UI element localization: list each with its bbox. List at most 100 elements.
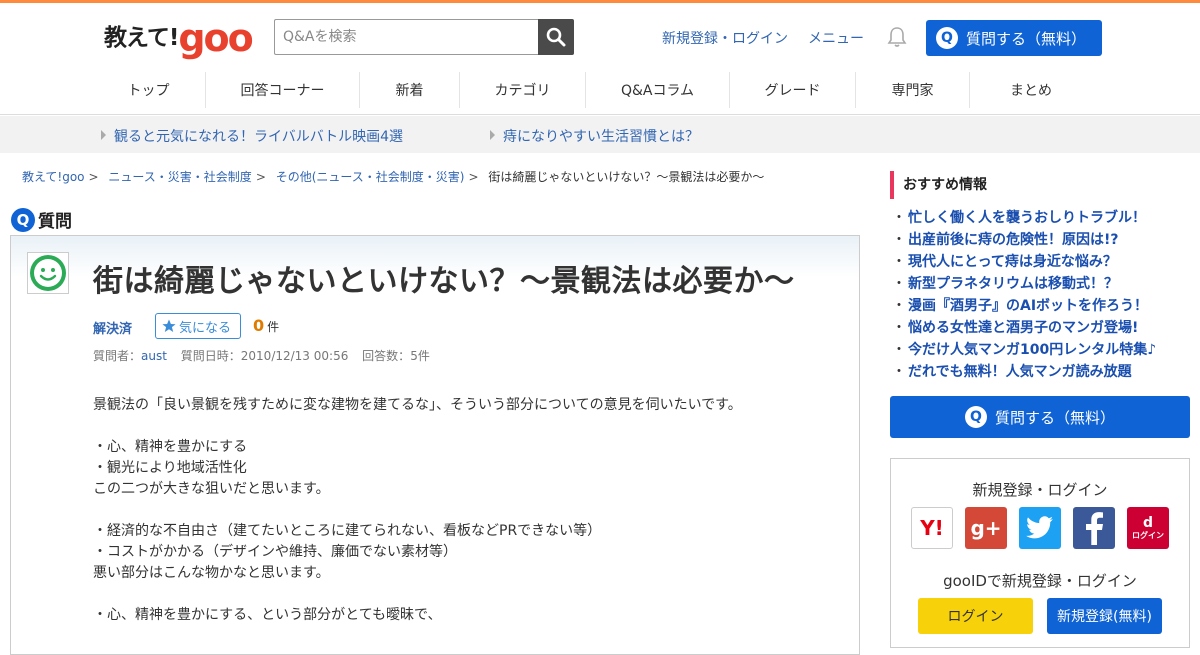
body-line: ・観光により地域活性化	[93, 460, 247, 476]
asker-name[interactable]: aust	[141, 349, 167, 363]
promo-link[interactable]: 痔になりやすい生活習慣とは？	[490, 126, 699, 146]
docomo-icon: d	[1142, 514, 1154, 531]
twitter-icon	[1026, 516, 1053, 539]
body-line: 景観法の「良い景観を残すために変な建物を建てるな」、そういう部分についての意見を…	[93, 397, 742, 413]
breadcrumb-current: 街は綺麗じゃないといけない？～景観法は必要か～	[488, 170, 765, 184]
recommend-list: ・忙しく働く人を襲うおしりトラブル！ ・出産前後に痔の危険性！原因は!? ・現代…	[892, 207, 1156, 383]
promo-link[interactable]: 観ると元気になれる！ライバルバトル映画4選	[101, 126, 403, 146]
recommend-item-label: 出産前後に痔の危険性！原因は!?	[908, 232, 1119, 248]
body-line: この二つが大きな狙いだと思います。	[93, 481, 330, 497]
twitter-login-button[interactable]	[1019, 507, 1061, 549]
search-bar: Q&Aを検索	[274, 19, 574, 55]
section-label-text: 質問	[38, 212, 72, 232]
promo-bar: 観ると元気になれる！ライバルバトル映画4選 痔になりやすい生活習慣とは？	[0, 116, 1200, 153]
recommend-item[interactable]: ・漫画『酒男子』のAIボットを作ろう！	[892, 295, 1156, 317]
question-body: 景観法の「良い景観を残すために変な建物を建てるな」、そういう部分についての意見を…	[93, 395, 742, 626]
date-label: 質問日時：	[180, 349, 241, 363]
search-input[interactable]: Q&Aを検索	[274, 19, 538, 55]
menu-link[interactable]: メニュー	[808, 28, 864, 48]
signup-login-link[interactable]: 新規登録・ログイン	[662, 28, 788, 48]
star-icon	[162, 319, 176, 332]
nav-answer-corner[interactable]: 回答コーナー	[206, 72, 360, 108]
docomo-login-button[interactable]: d ログイン	[1127, 507, 1169, 549]
watch-count-value: 0	[253, 316, 265, 335]
body-line	[93, 500, 742, 521]
top-accent-line	[0, 0, 1200, 3]
watch-label: 気になる	[179, 320, 232, 336]
notification-bell[interactable]	[886, 26, 908, 52]
recommend-item[interactable]: ・今だけ人気マンガ100円レンタル特集♪	[892, 339, 1156, 361]
question-date: 2010/12/13 00:56	[240, 349, 349, 363]
login-panel: 新規登録・ログイン Y! g+ d ログイン gooIDで新規登録・ログイン ロ…	[890, 458, 1190, 648]
recommend-item-label: だれでも無料！人気マンガ読み放題	[908, 364, 1132, 380]
nav-grade[interactable]: グレード	[730, 72, 856, 108]
bell-icon	[887, 27, 907, 47]
breadcrumb-link[interactable]: 教えて!goo	[22, 170, 85, 184]
signup-button[interactable]: 新規登録(無料)	[1047, 598, 1162, 634]
recommend-item[interactable]: ・だれでも無料！人気マンガ読み放題	[892, 361, 1156, 383]
facebook-login-button[interactable]	[1073, 507, 1115, 549]
body-line: ・心、精神を豊かにする	[93, 439, 248, 455]
watch-button[interactable]: 気になる	[155, 313, 241, 339]
solved-status: 解決済	[93, 322, 133, 337]
logo-brand: goo	[178, 16, 253, 60]
question-title: 街は綺麗じゃないといけない？～景観法は必要か～	[93, 264, 795, 299]
recommend-heading: おすすめ情報	[890, 171, 987, 199]
recommend-item-label: 忙しく働く人を襲うおしりトラブル！	[908, 210, 1146, 226]
recommend-item-label: 今だけ人気マンガ100円レンタル特集♪	[908, 342, 1157, 358]
question-q-icon: Q	[936, 27, 958, 49]
yahoo-login-button[interactable]: Y!	[911, 507, 953, 549]
question-card: 街は綺麗じゃないといけない？～景観法は必要か～ 解決済 気になる 0件 質問者：…	[10, 235, 860, 655]
site-logo[interactable]: 教えて! goo	[104, 13, 254, 60]
sidebar-ask-label: 質問する（無料）	[994, 408, 1115, 427]
yahoo-icon: Y!	[920, 516, 944, 540]
sns-login-buttons: Y! g+ d ログイン	[911, 507, 1181, 549]
answers-label: 回答数：	[362, 349, 411, 363]
recommend-item[interactable]: ・現代人にとって痔は身近な悩み？	[892, 251, 1156, 273]
asker-label: 質問者：	[93, 349, 142, 363]
docomo-login-label: ログイン	[1132, 530, 1164, 540]
nav-top[interactable]: トップ	[92, 72, 206, 108]
breadcrumb: 教えて!goo > ニュース・災害・社会制度 > その他(ニュース・社会制度・災害)…	[22, 170, 765, 184]
logo-text: 教えて!	[104, 25, 179, 51]
body-line: ・コストがかかる（デザインや維持、廉価でない素材等）	[93, 544, 457, 560]
nav-qa-column[interactable]: Q&Aコラム	[586, 72, 730, 108]
recommend-item-label: 悩める女性達と酒男子のマンガ登場!	[908, 320, 1139, 336]
recommend-item[interactable]: ・悩める女性達と酒男子のマンガ登場!	[892, 317, 1156, 339]
nav-category[interactable]: カテゴリ	[460, 72, 586, 108]
google-plus-icon: g+	[970, 516, 1002, 540]
question-section-label: Q 質問	[11, 207, 72, 232]
main-nav: トップ 回答コーナー 新着 カテゴリ Q&Aコラム グレード 専門家 まとめ	[92, 72, 1092, 108]
login-title: 新規登録・ログイン	[972, 481, 1108, 499]
recommend-item[interactable]: ・新型プラネタリウムは移動式！？	[892, 273, 1156, 295]
ask-question-button[interactable]: Q 質問する（無料）	[926, 20, 1102, 56]
google-login-button[interactable]: g+	[965, 507, 1007, 549]
question-q-icon: Q	[964, 406, 987, 428]
search-icon	[546, 27, 566, 47]
question-meta: 質問者：aust 質問日時：2010/12/13 00:56 回答数：5件	[93, 347, 430, 364]
recommend-item[interactable]: ・出産前後に痔の危険性！原因は!?	[892, 229, 1156, 251]
breadcrumb-link[interactable]: その他(ニュース・社会制度・災害)	[276, 170, 465, 184]
sidebar-ask-button[interactable]: Q 質問する（無料）	[890, 396, 1190, 438]
nav-divider	[0, 114, 1200, 115]
body-line: ・経済的な不自由さ（建てたいところに建てられない、看板などPRできない等）	[93, 523, 602, 539]
avatar[interactable]	[27, 252, 69, 294]
login-button[interactable]: ログイン	[918, 598, 1033, 634]
watch-count-unit: 件	[267, 320, 280, 334]
body-line: ・心、精神を豊かにする、という部分がとても曖昧で、	[93, 607, 442, 623]
body-line: 悪い部分はこんな物かなと思います。	[93, 565, 330, 581]
nav-new[interactable]: 新着	[360, 72, 460, 108]
ask-question-label: 質問する（無料）	[966, 29, 1087, 48]
watch-count: 0件	[253, 316, 279, 335]
nav-expert[interactable]: 専門家	[856, 72, 970, 108]
recommend-item[interactable]: ・忙しく働く人を襲うおしりトラブル！	[892, 207, 1156, 229]
breadcrumb-link[interactable]: ニュース・災害・社会制度	[108, 170, 251, 184]
question-q-icon: Q	[11, 207, 35, 232]
recommend-item-label: 漫画『酒男子』のAIボットを作ろう！	[908, 298, 1149, 314]
gooid-login-title: gooIDで新規登録・ログイン	[943, 572, 1137, 590]
answer-count: 5件	[410, 349, 430, 363]
search-button[interactable]	[538, 19, 574, 55]
facebook-icon	[1086, 512, 1103, 545]
body-line	[93, 584, 742, 605]
nav-matome[interactable]: まとめ	[970, 72, 1092, 108]
